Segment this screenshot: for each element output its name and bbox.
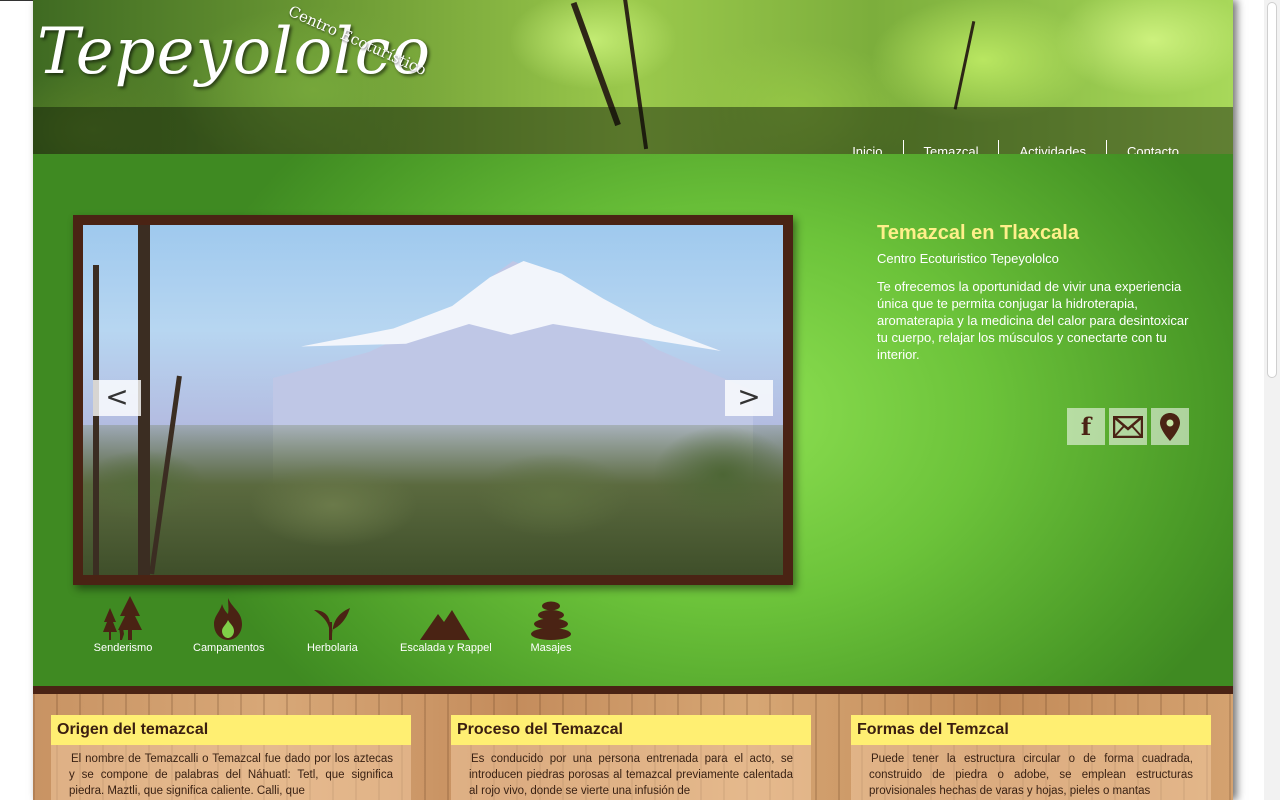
mail-icon[interactable] — [1109, 408, 1147, 445]
activity-senderismo[interactable]: Senderismo — [93, 594, 153, 654]
forest-shape — [83, 425, 783, 575]
map-pin-icon[interactable] — [1151, 408, 1189, 445]
hero-section: < > Temazcal en Tlaxcala Centro Ecoturis… — [33, 154, 1233, 686]
vertical-scrollbar[interactable] — [1264, 0, 1280, 800]
fire-icon — [210, 594, 246, 642]
leaf-icon — [310, 594, 352, 642]
activity-label: Campamentos — [193, 642, 265, 654]
activity-masajes[interactable]: Masajes — [526, 594, 576, 654]
slider-prev-button[interactable]: < — [93, 380, 141, 416]
stones-icon — [530, 594, 572, 642]
activity-label: Senderismo — [93, 642, 153, 654]
main-nav: Inicio Temazcal Actividades Contacto — [832, 140, 1199, 154]
hero-info: Temazcal en Tlaxcala Centro Ecoturistico… — [877, 221, 1197, 363]
facebook-icon[interactable]: f — [1067, 408, 1105, 445]
tree-trunk — [93, 265, 99, 575]
activity-herbolaria[interactable]: Herbolaria — [307, 594, 358, 654]
trees-icon — [102, 594, 144, 642]
page-container: Tepeyololco Centro Ecoturístico Inicio T… — [33, 0, 1233, 800]
hero-title: Temazcal en Tlaxcala — [877, 222, 1079, 244]
nav-item-inicio[interactable]: Inicio — [832, 140, 902, 154]
branch-decoration — [953, 20, 976, 110]
card-origen: Origen del temazcal El nombre de Temazca… — [51, 715, 411, 800]
card-text: Puede tener la estructura circular o de … — [851, 745, 1211, 800]
card-formas: Formas del Temzcal Puede tener la estruc… — [851, 715, 1211, 800]
slide-image: < > — [83, 225, 783, 575]
hero-description: Te ofrecemos la oportunidad de vivir una… — [877, 279, 1189, 362]
activity-label: Escalada y Rappel — [400, 642, 492, 654]
card-proceso: Proceso del Temazcal Es conducido por un… — [451, 715, 811, 800]
hero-subtitle: Centro Ecoturistico Tepeyololco — [877, 251, 1059, 266]
mountain-icon — [420, 594, 470, 642]
activity-label: Herbolaria — [307, 642, 358, 654]
nav-item-contacto[interactable]: Contacto — [1105, 140, 1199, 154]
activity-campamentos[interactable]: Campamentos — [193, 594, 265, 654]
card-title: Proceso del Temazcal — [451, 715, 811, 745]
social-links: f — [1067, 408, 1189, 445]
card-title: Origen del temazcal — [51, 715, 411, 745]
scrollbar-thumb[interactable] — [1267, 2, 1277, 378]
nav-item-temazcal[interactable]: Temazcal — [902, 140, 999, 154]
activity-label: Masajes — [530, 642, 572, 654]
header-banner: Tepeyololco Centro Ecoturístico Inicio T… — [33, 0, 1233, 154]
card-text: El nombre de Temazcalli o Temazcal fue d… — [51, 745, 411, 800]
image-slider: < > — [73, 215, 793, 585]
card-text: Es conducido por una persona entrenada p… — [451, 745, 811, 800]
site-logo[interactable]: Tepeyololco Centro Ecoturístico — [37, 0, 430, 104]
nav-item-actividades[interactable]: Actividades — [998, 140, 1105, 154]
card-title: Formas del Temzcal — [851, 715, 1211, 745]
slider-next-button[interactable]: > — [725, 380, 773, 416]
content-section: Origen del temazcal El nombre de Temazca… — [33, 686, 1233, 800]
top-line — [0, 0, 33, 1]
activity-escalada[interactable]: Escalada y Rappel — [400, 594, 492, 654]
